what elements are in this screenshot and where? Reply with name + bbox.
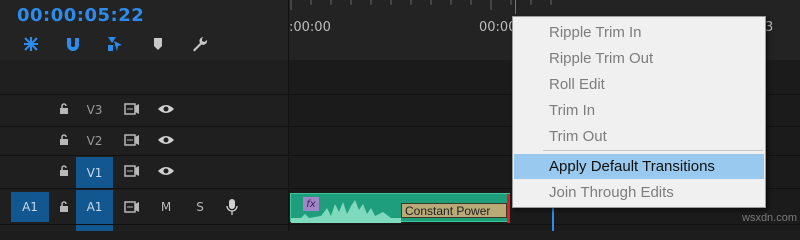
insert-sequence-nest-icon[interactable] [20,33,42,55]
watermark: wsxdn.com [742,212,798,224]
linked-selection-icon[interactable] [104,33,126,55]
ruler-label: :00:00 [289,20,331,35]
eye-icon[interactable] [156,130,176,150]
eye-icon[interactable] [156,99,176,119]
solo-button[interactable]: S [190,197,210,217]
mute-button[interactable]: M [156,197,176,217]
lock-icon[interactable] [54,161,74,181]
sync-lock-icon[interactable] [122,197,142,217]
menu-item-trim-in[interactable]: Trim In [514,98,764,123]
menu-item-apply-default-transitions[interactable]: Apply Default Transitions [514,154,764,179]
snap-magnet-icon[interactable] [62,33,84,55]
clip-edit-point[interactable] [507,194,510,223]
menu-item-join-through-edits[interactable]: Join Through Edits [514,180,764,205]
menu-item-ripple-trim-out[interactable]: Ripple Trim Out [514,46,764,71]
track-label-a1[interactable]: A1 [76,190,113,224]
track-divider [0,224,800,225]
track-label-v2[interactable]: V2 [76,127,113,155]
eye-icon[interactable] [156,161,176,181]
ruler-label: 3 [765,20,774,35]
context-menu: Ripple Trim In Ripple Trim Out Roll Edit… [512,16,766,208]
playhead-timecode[interactable]: 00:00:05:22 [17,5,144,26]
menu-item-roll-edit[interactable]: Roll Edit [514,72,764,97]
ruler-ticks [290,0,552,10]
sync-lock-icon[interactable] [122,99,142,119]
playhead-marker[interactable] [515,0,516,14]
lock-icon[interactable] [54,130,74,150]
sync-lock-icon[interactable] [122,130,142,150]
audio-clip[interactable]: fx Constant Power [290,193,510,223]
transition-constant-power[interactable]: Constant Power [401,203,507,218]
ruler-label: 00:00 [479,20,517,35]
track-label-a2-partial [76,225,113,231]
header-divider [288,0,289,231]
fx-badge: fx [303,197,319,211]
menu-item-trim-out[interactable]: Trim Out [514,124,764,149]
lock-icon[interactable] [54,197,74,217]
menu-separator [543,150,763,151]
source-patch-a1[interactable]: A1 [11,192,49,222]
lock-icon[interactable] [54,99,74,119]
microphone-icon[interactable] [222,197,242,217]
menu-item-ripple-trim-in[interactable]: Ripple Trim In [514,20,764,45]
sync-lock-icon[interactable] [122,161,142,181]
track-label-v1[interactable]: V1 [76,157,113,188]
track-label-v3[interactable]: V3 [76,96,113,124]
add-marker-icon[interactable] [147,33,169,55]
timeline-settings-wrench-icon[interactable] [189,33,211,55]
